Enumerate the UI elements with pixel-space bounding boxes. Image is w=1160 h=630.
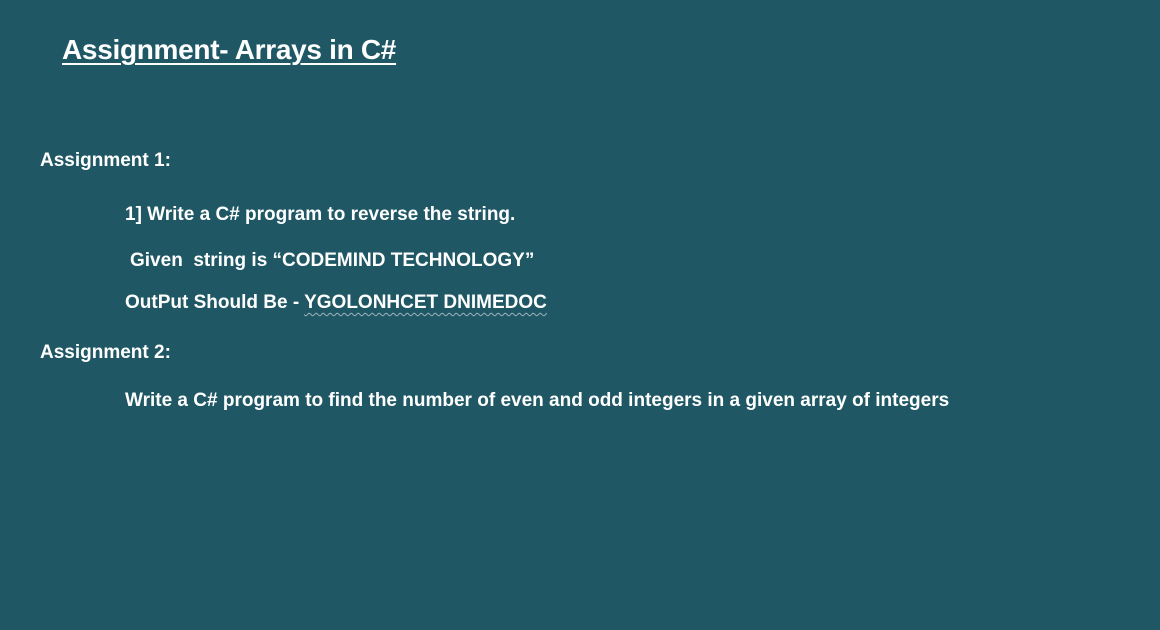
assignment-1-given: Given string is “CODEMIND TECHNOLOGY” xyxy=(130,250,535,271)
slide: Assignment- Arrays in C# Assignment 1: 1… xyxy=(0,0,1160,630)
output-value: YGOLONHCET DNIMEDOC xyxy=(304,292,547,313)
assignment-1-heading: Assignment 1: xyxy=(40,150,171,171)
assignment-1-output: OutPut Should Be - YGOLONHCET DNIMEDOC xyxy=(125,292,547,314)
assignment-1-task: 1] Write a C# program to reverse the str… xyxy=(125,204,516,225)
output-label: OutPut Should Be - xyxy=(125,292,305,313)
slide-title: Assignment- Arrays in C# xyxy=(62,34,397,65)
assignment-2-heading: Assignment 2: xyxy=(40,342,171,363)
assignment-2-task: Write a C# program to find the number of… xyxy=(125,390,950,411)
